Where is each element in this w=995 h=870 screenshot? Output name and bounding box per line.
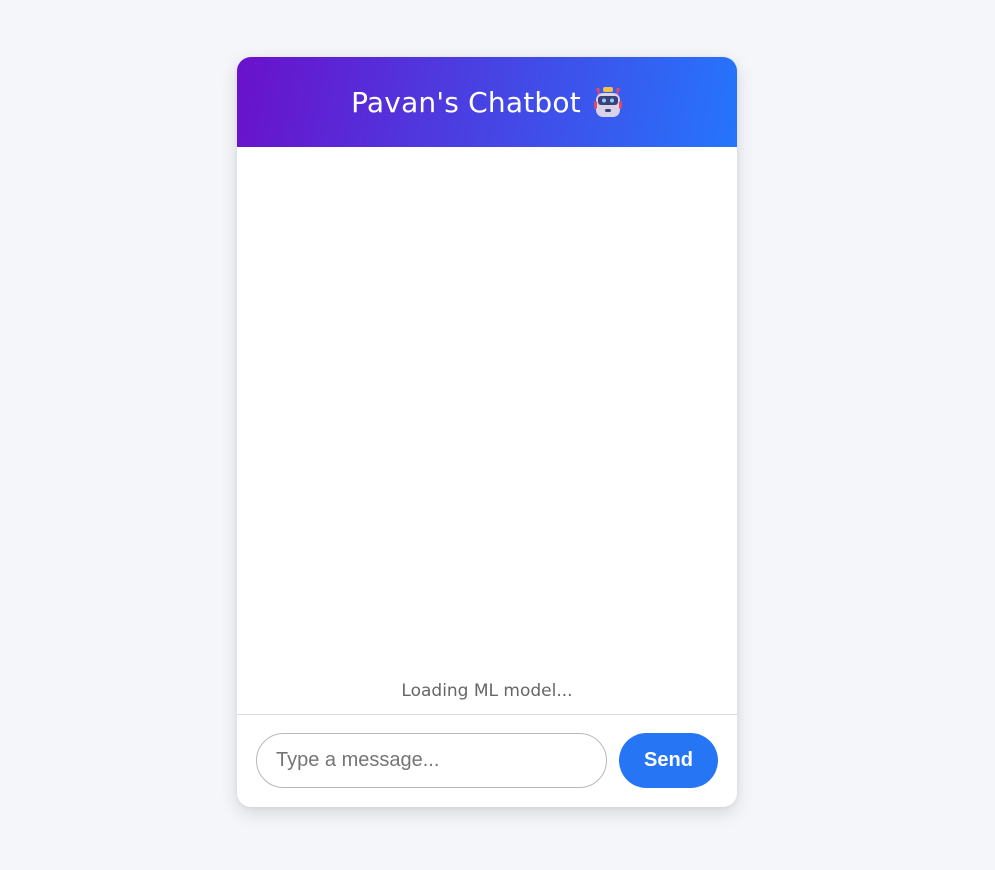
send-button[interactable]: Send: [619, 733, 718, 788]
chat-header: Pavan's Chatbot: [237, 57, 737, 147]
page-title: Pavan's Chatbot: [351, 85, 581, 119]
input-bar: Send: [237, 714, 737, 807]
message-input[interactable]: [256, 733, 607, 788]
loading-status: Loading ML model...: [401, 681, 573, 701]
message-list[interactable]: [237, 147, 737, 714]
robot-icon: [593, 86, 623, 120]
chat-window: Pavan's Chatbot Loading ML model... Send: [237, 57, 737, 807]
